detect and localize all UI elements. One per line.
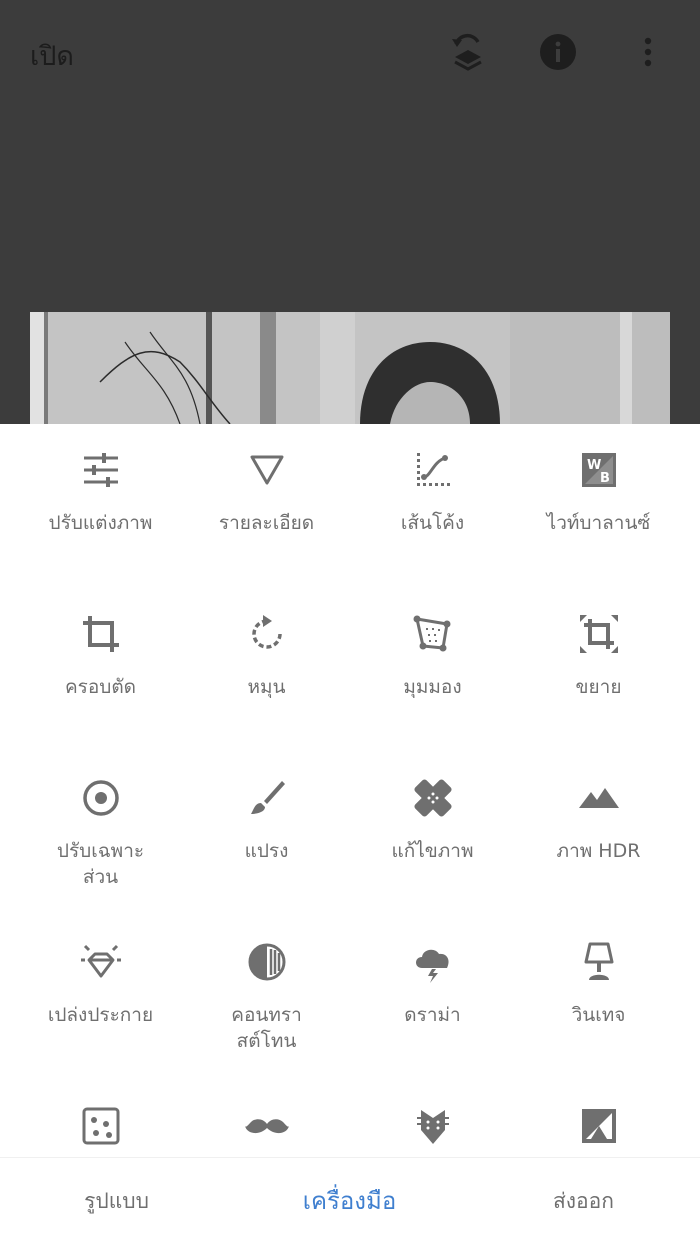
tool-label: ปรับแต่งภาพ [48,512,153,534]
tools-panel: ปรับแต่งภาพ รายละเอียด เส้นโค้ง W B ไวท์ [0,424,700,1157]
tool-label: ขยาย [575,676,622,698]
tool-retrolux[interactable] [179,1104,354,1148]
tool-brush[interactable]: แปรง [179,776,354,864]
tool-label: ดราม่า [404,1004,461,1026]
tonal-contrast-icon [248,943,285,981]
tool-details[interactable]: รายละเอียด [179,448,354,536]
tool-crop[interactable]: ครอบตัด [13,612,188,700]
tab-export[interactable]: ส่งออก [467,1158,700,1246]
tool-curves[interactable]: เส้นโค้ง [345,448,520,536]
healing-icon [413,779,452,817]
tool-label: ครอบตัด [64,676,137,698]
tool-label: รายละเอียด [218,512,315,534]
details-triangle-icon [250,455,283,485]
black-white-icon [581,1109,616,1143]
tool-label: ปรับเฉพาะ ส่วน [56,840,145,888]
grunge-guitar-icon [416,1110,449,1144]
photo-viewer: เปิด [0,0,700,424]
tab-tools[interactable]: เครื่องมือ [233,1158,466,1246]
tool-label: แก้ไขภาพ [391,840,474,862]
tool-white-balance[interactable]: W B ไวท์บาลานซ์ [511,448,686,536]
bottom-navigation: รูปแบบ เครื่องมือ ส่งออก [0,1157,700,1246]
curves-icon [416,453,450,486]
info-icon[interactable] [536,30,580,74]
tool-expand[interactable]: ขยาย [511,612,686,700]
tool-rotate[interactable]: หมุน [179,612,354,700]
tool-grunge[interactable] [345,1104,520,1148]
tool-label: แปรง [244,840,289,862]
undo-stack-icon[interactable] [446,30,490,74]
photo-image [30,312,670,424]
svg-text:B: B [600,471,610,486]
vintage-lamp-icon [584,942,613,980]
tool-hdr[interactable]: ภาพ HDR [511,776,686,864]
tool-label: ภาพ HDR [556,840,641,862]
tool-label: ไวท์บาลานซ์ [546,512,651,534]
tool-label: เส้นโค้ง [400,512,465,534]
selective-icon [82,780,119,816]
glamour-glow-icon [80,944,121,978]
tune-icon [83,453,118,487]
crop-icon [82,616,119,652]
tool-black-white[interactable] [511,1104,686,1148]
brush-icon [250,781,285,814]
tool-perspective[interactable]: มุมมอง [345,612,520,700]
expand-icon [579,615,618,653]
retrolux-mustache-icon [244,1119,289,1134]
tool-label: เปล่งประกาย [47,1004,154,1026]
tool-label: คอนทรา สต์โทน [231,1004,302,1052]
tool-label: หมุน [247,676,286,698]
perspective-icon [413,615,450,652]
tool-drama[interactable]: ดราม่า [345,940,520,1028]
tool-vintage[interactable]: วินเทจ [511,940,686,1028]
tool-grainy-film[interactable] [13,1104,188,1148]
tool-label: มุมมอง [403,676,462,698]
grainy-film-icon [82,1107,119,1145]
tool-tonal-contrast[interactable]: คอนทรา สต์โทน [179,940,354,1054]
drama-cloud-icon [415,949,449,983]
tool-selective[interactable]: ปรับเฉพาะ ส่วน [13,776,188,890]
more-vert-icon[interactable] [626,30,670,74]
rotate-icon [251,615,282,649]
open-button[interactable]: เปิด [30,34,74,77]
tool-label: วินเทจ [571,1004,626,1026]
tool-tune-image[interactable]: ปรับแต่งภาพ [13,448,188,536]
photo-preview [30,312,670,424]
tool-glamour-glow[interactable]: เปล่งประกาย [13,940,188,1028]
hdr-mountains-icon [578,788,619,808]
tool-healing[interactable]: แก้ไขภาพ [345,776,520,864]
white-balance-icon: W B [581,453,616,487]
tab-styles[interactable]: รูปแบบ [0,1158,233,1246]
